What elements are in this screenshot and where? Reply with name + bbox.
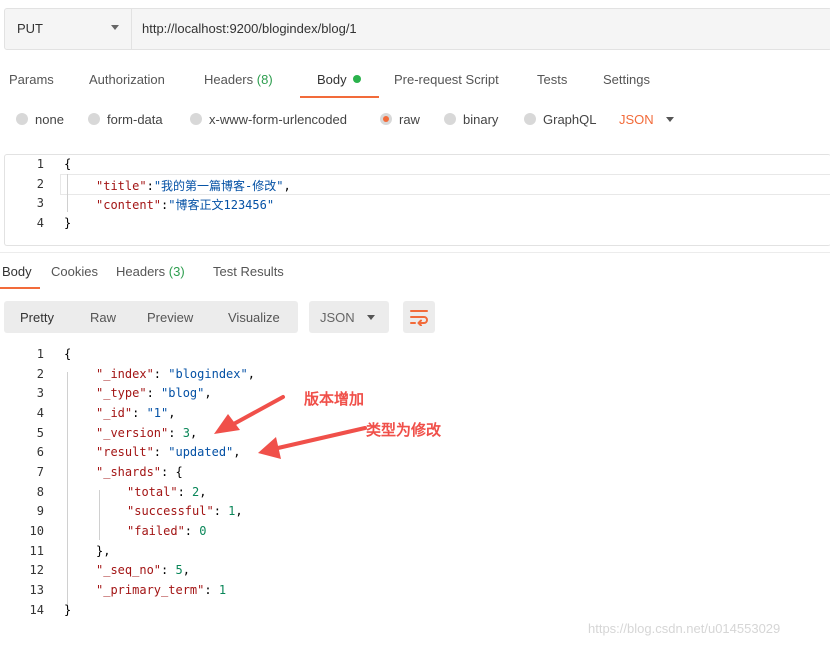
annotation-arrows	[214, 395, 367, 459]
version-arrow-icon	[228, 395, 285, 428]
annotation-version-note: 版本增加	[304, 391, 365, 408]
watermark: https://blog.csdn.net/u014553029	[588, 621, 781, 636]
result-arrow-icon	[276, 426, 367, 450]
result-arrowhead-icon	[258, 437, 281, 459]
annotation-result-note: 类型为修改	[366, 422, 442, 439]
